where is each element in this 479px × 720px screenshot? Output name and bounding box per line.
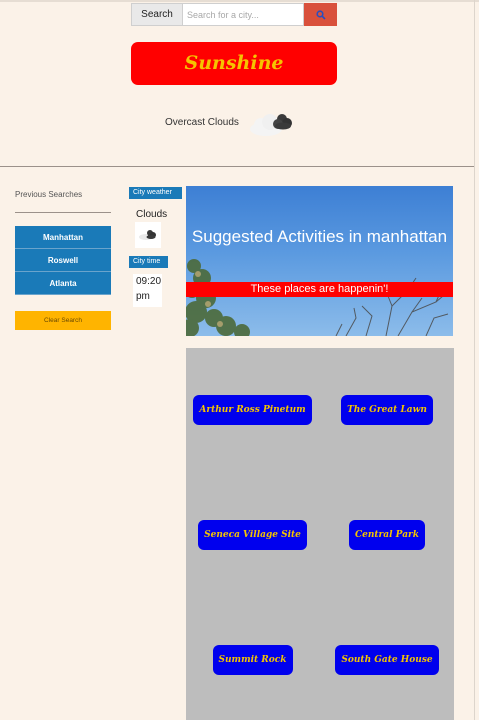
search-input[interactable] xyxy=(183,3,304,26)
search-button[interactable] xyxy=(304,3,337,26)
activity-button-summit-rock[interactable]: Summit Rock xyxy=(212,645,293,675)
activity-button-central-park[interactable]: Central Park xyxy=(348,520,426,550)
activity-button-the-great-lawn[interactable]: The Great Lawn xyxy=(341,395,433,425)
current-weather-description: Overcast Clouds xyxy=(165,117,239,128)
clouds-icon xyxy=(139,230,156,240)
activity-button-arthur-ross-pinetum[interactable]: Arthur Ross Pinetum xyxy=(193,395,312,425)
search-label: Search xyxy=(131,3,183,26)
right-border xyxy=(474,0,475,720)
activities-grid: Arthur Ross Pinetum The Great Lawn Senec… xyxy=(186,348,454,720)
city-time-value: 09:20 pm xyxy=(133,274,162,307)
tree-branches-image xyxy=(186,259,451,336)
history-button-manhattan[interactable]: Manhattan xyxy=(15,226,111,249)
city-weather-icon-box xyxy=(135,222,161,248)
activity-cell: The Great Lawn xyxy=(320,348,454,472)
city-time-label: City time xyxy=(129,256,168,268)
activity-button-seneca-village-site[interactable]: Seneca Village Site xyxy=(198,520,307,550)
header-divider xyxy=(0,166,474,167)
search-bar: Search xyxy=(131,3,337,26)
activity-cell: Summit Rock xyxy=(186,598,319,720)
activities-heading: Suggested Activities in manhattan xyxy=(191,227,448,246)
top-border xyxy=(0,0,479,2)
overcast-clouds-icon xyxy=(250,114,292,136)
city-weather-value: Clouds xyxy=(136,209,168,220)
search-history-list: Manhattan Roswell Atlanta xyxy=(15,226,111,295)
search-icon xyxy=(315,9,326,20)
previous-searches-title: Previous Searches xyxy=(15,190,83,199)
clear-search-button[interactable]: Clear Search xyxy=(15,311,111,330)
history-button-atlanta[interactable]: Atlanta xyxy=(15,272,111,295)
previous-searches-divider xyxy=(15,212,111,213)
city-time-meridiem: pm xyxy=(136,291,150,302)
activity-button-south-gate-house[interactable]: South Gate House xyxy=(335,645,439,675)
activity-cell: South Gate House xyxy=(320,598,454,720)
city-time-clock: 09:20 xyxy=(136,276,162,287)
app-title: Sunshine xyxy=(131,42,337,85)
city-weather-label: City weather xyxy=(129,187,182,199)
activities-hero: Suggested Activities in manhattan These … xyxy=(186,186,453,336)
activities-banner: These places are happenin'! xyxy=(186,282,453,297)
history-button-roswell[interactable]: Roswell xyxy=(15,249,111,272)
activity-cell: Seneca Village Site xyxy=(186,473,319,597)
activity-cell: Arthur Ross Pinetum xyxy=(186,348,319,472)
activity-cell: Central Park xyxy=(320,473,454,597)
